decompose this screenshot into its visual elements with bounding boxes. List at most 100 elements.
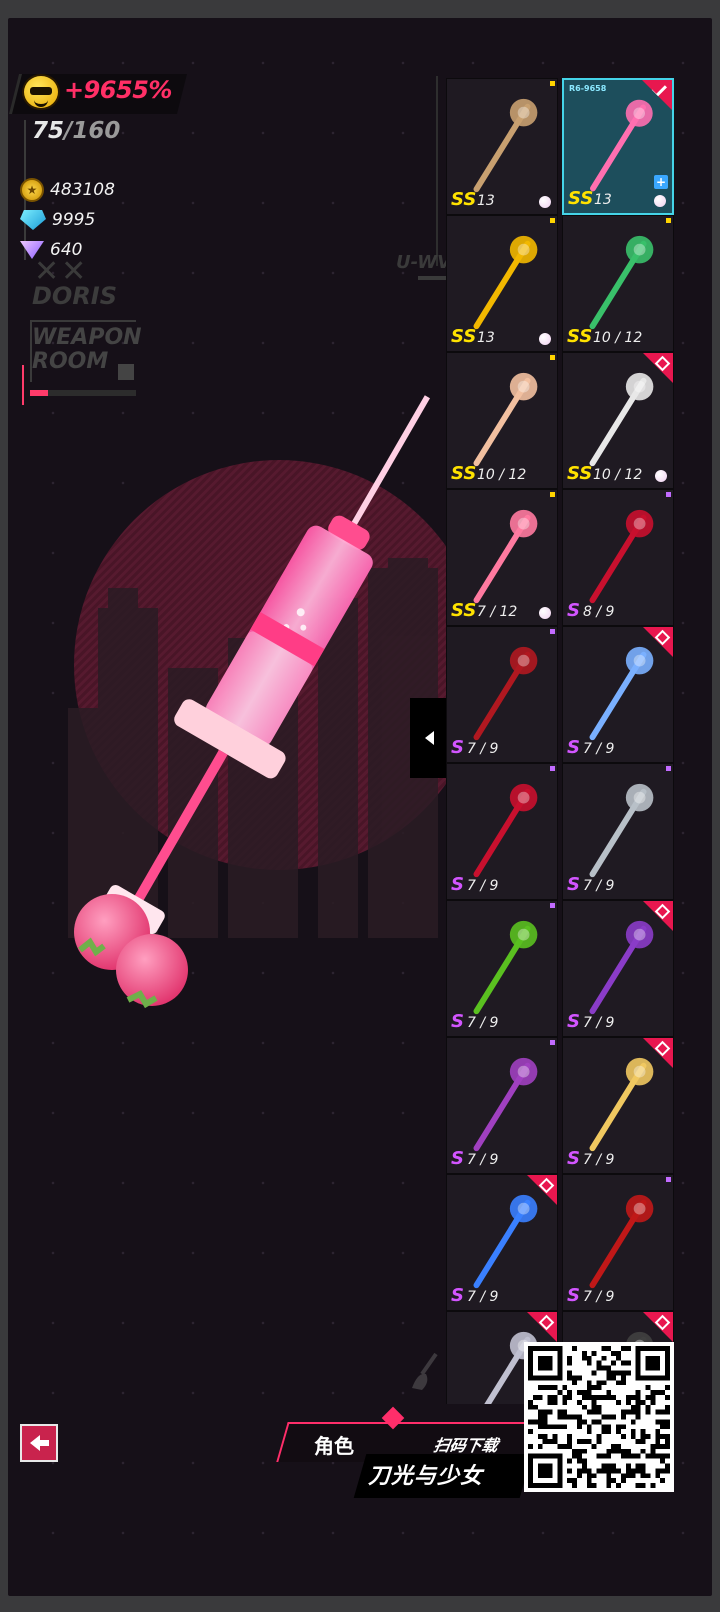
back-button[interactable]: [20, 1424, 58, 1462]
diamond-amount: 9995: [52, 210, 96, 230]
weapon-slot-card-weapon[interactable]: SS 13: [446, 78, 558, 215]
weapon-slot-spiked-mace-weapon[interactable]: S7 / 9: [446, 626, 558, 763]
plus-icon[interactable]: +: [654, 175, 668, 189]
weapon-rank: S: [451, 1148, 464, 1169]
weapon-level: 7 / 9: [467, 1015, 499, 1031]
weapon-slot-syringe-weapon[interactable]: R6-9658 SS 13 +: [562, 78, 674, 215]
weapon-level: 7 / 9: [583, 741, 615, 757]
diamond-currency: 9995: [20, 210, 95, 230]
pearl-icon: [655, 470, 667, 482]
weapon-slot-purple-eye-weapon[interactable]: S7 / 9: [562, 900, 674, 1037]
new-marker: [666, 492, 671, 497]
capacity-current: 75: [32, 118, 65, 144]
weapon-rank: SS: [451, 463, 477, 484]
new-marker: [550, 766, 555, 771]
pearl-icon: [539, 196, 551, 208]
weapon-level: 7 / 9: [467, 1152, 499, 1168]
game-name-label: 刀光与少女: [368, 1464, 484, 1489]
capacity-max: 160: [72, 118, 121, 144]
weapon-level: 7 / 9: [467, 1289, 499, 1305]
weapon-slot-heart-eye-wand-weapon[interactable]: S7 / 9: [446, 1037, 558, 1174]
mop-icon: [408, 1352, 444, 1392]
weapon-rank: SS: [451, 326, 477, 347]
weapon-slot-doll-club-weapon[interactable]: SS 10 / 12: [446, 352, 558, 489]
weapon-level: 10 / 12: [477, 467, 527, 483]
weapon-level: 13: [594, 192, 612, 208]
weapon-slot-bell-weapon[interactable]: SS 13: [446, 215, 558, 352]
weapon-slot-eye-spear-weapon[interactable]: S7 / 9: [446, 1174, 558, 1311]
new-marker: [550, 492, 555, 497]
new-marker: [550, 903, 555, 908]
weapon-slot-plunger-weapon[interactable]: SS 7 / 12: [446, 489, 558, 626]
weapon-slot-red-greatsword-weapon[interactable]: S7 / 9: [562, 1174, 674, 1311]
new-marker: [666, 218, 671, 223]
gold-currency: ★ 483108: [20, 178, 115, 202]
chevron-left-icon: [424, 731, 434, 745]
weapon-rank: S: [451, 1011, 464, 1032]
accent-line: [22, 365, 24, 405]
scan-to-download-label: 扫码下载: [432, 1436, 500, 1455]
weapon-slot-axe-weapon[interactable]: SS 10 / 12: [562, 352, 674, 489]
new-marker: [550, 629, 555, 634]
decor-doris: DORIS: [32, 282, 118, 310]
weapon-level: 7 / 9: [583, 1289, 615, 1305]
qr-code[interactable]: [524, 1342, 674, 1492]
weapon-code: R6-9658: [569, 84, 607, 93]
new-marker: [550, 218, 555, 223]
weapon-rank: S: [451, 737, 464, 758]
weapon-rank: S: [451, 1285, 464, 1306]
weapon-rank: S: [567, 600, 580, 621]
weapon-slot-vine-sword-weapon[interactable]: SS 10 / 12: [562, 215, 674, 352]
weapon-level: 10 / 12: [593, 467, 643, 483]
weapon-level: 13: [477, 330, 495, 346]
decor-vertical-line: [436, 76, 438, 266]
weapon-rank: SS: [451, 600, 477, 621]
new-marker: [666, 1177, 671, 1182]
weapon-level: 8 / 9: [583, 604, 615, 620]
weapon-rank: S: [567, 1148, 580, 1169]
gold-amount: 483108: [50, 180, 115, 200]
weapon-level: 7 / 9: [467, 741, 499, 757]
score-multiplier: +9655%: [64, 76, 172, 104]
weapon-slot-red-staff-weapon[interactable]: S7 / 9: [446, 763, 558, 900]
new-marker: [550, 1040, 555, 1045]
weapon-level: 10 / 12: [593, 330, 643, 346]
weapon-rank: S: [567, 737, 580, 758]
collapse-panel-button[interactable]: [410, 698, 448, 778]
weapon-capacity: 75/160: [32, 118, 120, 144]
weapon-slot-scythe-weapon[interactable]: S8 / 9: [562, 489, 674, 626]
new-marker: [550, 355, 555, 360]
weapon-slot-unicorn-staff-weapon[interactable]: S7 / 9: [562, 1037, 674, 1174]
weapon-level: 7 / 12: [477, 604, 518, 620]
weapon-level: 7 / 9: [583, 1015, 615, 1031]
decor-uwv-underline: [418, 276, 446, 280]
weapon-rank: S: [451, 874, 464, 895]
new-marker: [666, 766, 671, 771]
pearl-icon: [539, 607, 551, 619]
weapon-rank: SS: [568, 188, 594, 209]
weapon-rank: SS: [567, 326, 593, 347]
new-marker: [550, 81, 555, 86]
cool-emoji-icon: [22, 74, 60, 110]
gold-coin-icon: ★: [20, 178, 44, 202]
weapon-level: 7 / 9: [467, 878, 499, 894]
weapon-rank: S: [567, 1285, 580, 1306]
weapon-rank: SS: [567, 463, 593, 484]
decor-uwv: U-WV: [396, 252, 452, 273]
weapon-level: 7 / 9: [583, 1152, 615, 1168]
pearl-icon: [539, 333, 551, 345]
weapon-slot-skull-scepter-weapon[interactable]: S7 / 9: [562, 763, 674, 900]
diamond-icon: [20, 210, 46, 230]
weapon-level: 7 / 9: [583, 878, 615, 894]
weapon-room-line1: WEAPON: [32, 325, 142, 350]
weapon-grid[interactable]: SS 13 R6-9658 SS 13 + SS 13 SS 10 / 12 SS 10 / 12 SS…: [446, 78, 676, 1404]
weapon-rank: S: [567, 874, 580, 895]
weapon-slot-phone-staff-weapon[interactable]: S7 / 9: [562, 626, 674, 763]
weapon-slot-green-wand-weapon[interactable]: S7 / 9: [446, 900, 558, 1037]
weapon-room-square: [118, 364, 134, 380]
weapon-rank: S: [567, 1011, 580, 1032]
pearl-icon: [654, 195, 666, 207]
weapon-rank: SS: [451, 189, 477, 210]
weapon-preview-syringe[interactable]: [40, 380, 460, 1040]
weapon-level: 13: [477, 193, 495, 209]
